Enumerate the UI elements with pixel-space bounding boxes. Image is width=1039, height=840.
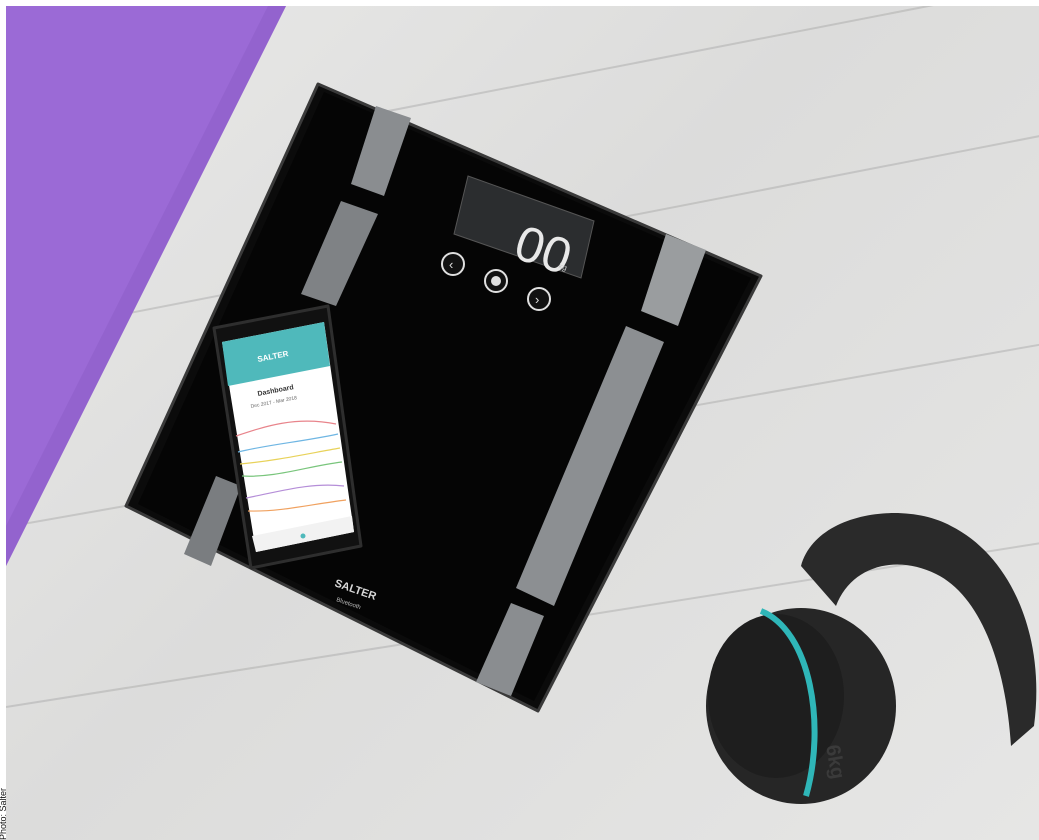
chevron-right-icon: › [535, 292, 539, 307]
photo-frame: 00 kg ‹ › SALTER Bluetooth SALTER Dashbo… [6, 6, 1039, 840]
home-icon[interactable] [300, 533, 306, 539]
photo-credit: Photo: Salter [0, 787, 8, 840]
settings-dot-icon [491, 276, 501, 286]
bathroom-scale: 00 kg ‹ › SALTER Bluetooth [124, 82, 763, 713]
scene-illustration: 00 kg ‹ › SALTER Bluetooth SALTER Dashbo… [6, 6, 1037, 804]
kettlebell: 6kg [706, 513, 1037, 804]
chevron-left-icon: ‹ [449, 257, 453, 272]
